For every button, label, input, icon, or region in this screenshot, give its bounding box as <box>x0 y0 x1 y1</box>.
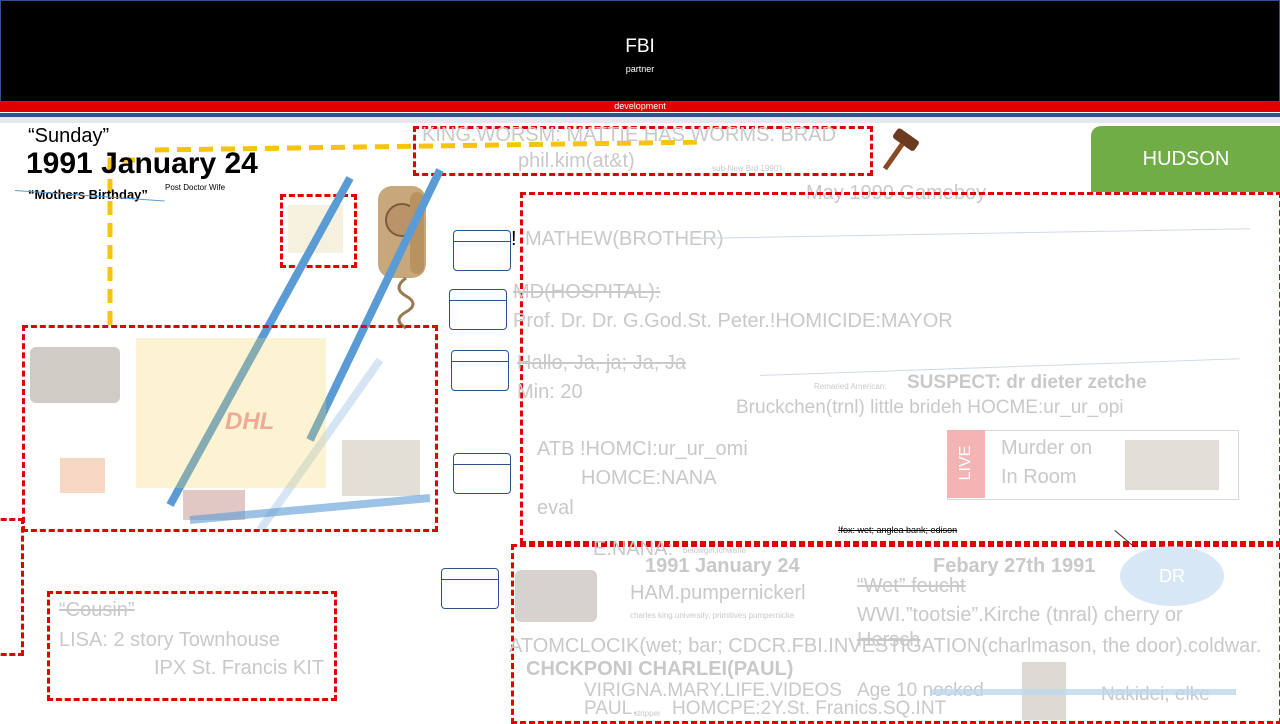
slide-thumb-1[interactable] <box>453 230 511 271</box>
live-badge-label: LIVE <box>957 445 974 481</box>
hallo-line: Hallo, Ja, ja; Ja, Ja <box>517 352 686 374</box>
lisa-line: LISA: 2 story Townhouse <box>59 629 280 651</box>
atb-line: ATB !HOMCI:ur_ur_omi <box>537 438 748 460</box>
nana-line: HOMCE:NANA <box>581 467 717 489</box>
worms-line: KING.WORSM: MATTIE HAS WORMS. BRAD <box>422 124 837 146</box>
bottom-date: 1991 January 24 <box>645 555 800 577</box>
package-image <box>342 440 420 496</box>
slide-thumb-2[interactable] <box>449 289 507 330</box>
chckponi-line: CHCKPONI CHARLEI(PAUL) <box>526 658 794 680</box>
mathew-line: MATHEW(BROTHER) <box>525 228 724 250</box>
paul-small: stripper <box>634 709 661 718</box>
md-line: MD(HOSPITAL): <box>513 281 661 303</box>
enana-small: belowgirl;ichwaffe <box>683 546 746 555</box>
paul-line: PAUL. <box>584 698 638 719</box>
slide-thumb-5[interactable] <box>441 568 499 609</box>
gavel-icon <box>882 128 919 171</box>
blue-bar <box>189 494 431 524</box>
food-image <box>60 458 105 493</box>
atomclock-line: ATOMCLOCIK(wet; bar; CDCR.FBI.INVESTIGAT… <box>509 635 1262 657</box>
wet-line: “Wet” feucht <box>857 575 966 597</box>
live-thumbnail <box>1125 440 1219 490</box>
fox-line: !fox: wet; anglea bank; edison <box>838 525 958 535</box>
dr-label: DR <box>1159 566 1185 586</box>
strip-label: development <box>614 101 666 111</box>
phil-kim-line: phil.kim(at&t) <box>518 150 635 172</box>
slide-thumb-4[interactable] <box>453 453 511 494</box>
dhl-logo: DHL <box>225 408 275 435</box>
suspect-prefix: Remaried American: <box>814 382 887 391</box>
eval-line: eval <box>537 497 574 519</box>
top-note-tiny: sub-New Brd 1990’l <box>712 164 782 173</box>
prof-line: Prof. Dr. Dr. G.God.St. Peter.!HOMICIDE:… <box>513 310 953 332</box>
slide-thumb-3[interactable] <box>451 350 509 391</box>
pumpernickel-thumb <box>515 570 597 622</box>
wwi-line: WWI.”tootsie”.Kirche (tnral) cherry or <box>857 604 1183 626</box>
day-label: “Sunday” <box>28 125 110 147</box>
bruckchen-line: Bruckchen(trnl) little brideh HOCME:ur_u… <box>736 397 1124 418</box>
ham-line: HAM.pumpernickerl <box>630 582 806 604</box>
mathew-bang: ! <box>511 228 517 250</box>
grey-strip <box>0 117 1280 123</box>
hudson-label: HUDSON <box>1142 148 1230 170</box>
pumpernickel-image <box>30 347 120 403</box>
ham-small: charles king university, primitives pump… <box>630 611 795 620</box>
min-line: Min: 20 <box>517 381 583 403</box>
banner-subtitle: partner <box>625 64 655 74</box>
homcpe-line: HOMCPE:2Y.St. Franics.SQ.INT <box>672 698 947 719</box>
live-line-2: In Room <box>1001 466 1077 488</box>
live-line-1: Murder on <box>1001 437 1093 459</box>
nakidei-line: Nakidei; elke <box>1101 684 1210 706</box>
cousin-label: “Cousin” <box>59 599 135 621</box>
banner-title: FBI <box>625 36 655 57</box>
left-edge-frame <box>0 518 24 656</box>
light-blue-bar <box>930 689 1236 695</box>
suspect-line: SUSPECT: dr dieter zetche <box>907 372 1147 393</box>
ipx-line: IPX St. Francis KIT <box>154 657 325 679</box>
